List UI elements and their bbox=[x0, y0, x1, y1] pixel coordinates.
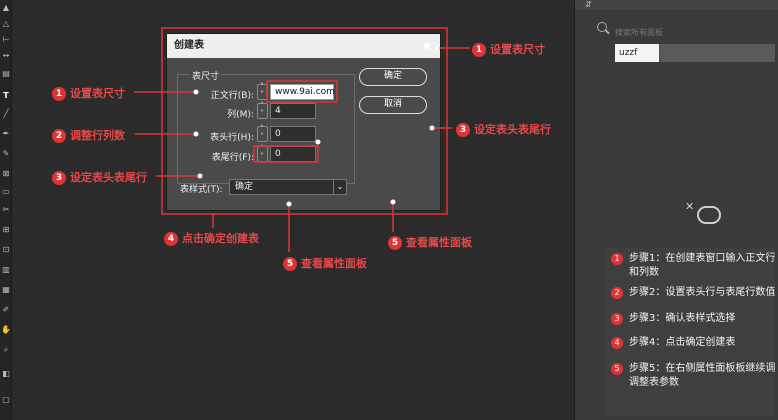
free-transform-tool-icon[interactable]: ⊡ bbox=[1, 246, 11, 254]
annotation-label: 1 设置表尺寸 bbox=[52, 85, 125, 101]
columns-stepper-icon[interactable] bbox=[257, 101, 268, 119]
gradient-tool-icon[interactable]: ▥ bbox=[1, 266, 11, 274]
body-rows-stepper-icon[interactable] bbox=[257, 82, 268, 100]
table-style-value: 确定 bbox=[235, 182, 254, 192]
frame-tool-icon[interactable]: ⊠ bbox=[1, 170, 11, 178]
step-item: 5 步骤5：在右侧属性面板板继续调调整表参数 bbox=[611, 362, 776, 390]
annotation-label: 2 调整行列数 bbox=[52, 127, 125, 143]
rectangle-tool-icon[interactable]: ▭ bbox=[1, 188, 11, 196]
body-rows-input[interactable]: www.9ai.com bbox=[270, 84, 335, 100]
transform-tool-icon[interactable]: ⊞ bbox=[1, 226, 11, 234]
search-icon bbox=[597, 22, 607, 32]
header-rows-label: 表头行(H): bbox=[210, 133, 254, 143]
annotation-label: 1 设置表尺寸 bbox=[472, 41, 545, 57]
content-collector-icon[interactable]: ▤ bbox=[1, 70, 11, 78]
annotation-label: 4 点击确定创建表 bbox=[164, 230, 259, 246]
footer-rows-label: 表尾行(F): bbox=[211, 153, 254, 163]
footer-rows-stepper-icon[interactable] bbox=[257, 144, 268, 162]
footer-rows-input[interactable]: 0 bbox=[270, 146, 316, 162]
panel-tab-icon[interactable]: ⇵ bbox=[585, 0, 592, 9]
close-icon: ✕ bbox=[685, 200, 695, 213]
no-content-cloud-icon: ✕ bbox=[685, 200, 725, 228]
step-item: 1 步骤1：在创建表窗口输入正文行和列数 bbox=[611, 252, 776, 280]
body-rows-label: 正文行(B): bbox=[210, 91, 254, 101]
step-item: 3 步骤3：确认表样式选择 bbox=[611, 312, 776, 326]
annotation-label: 3 设定表头表尾行 bbox=[456, 121, 551, 137]
steps-list: 1 步骤1：在创建表窗口输入正文行和列数 2 步骤2：设置表头行与表尾行数值 3 步骤… bbox=[605, 248, 775, 416]
header-rows-stepper-icon[interactable] bbox=[257, 124, 268, 142]
panel-tab-bar: ⇵ bbox=[575, 0, 778, 10]
annotation-label: 5 查看属性面板 bbox=[283, 255, 367, 271]
panel-search[interactable]: 搜索所有面板 bbox=[597, 20, 765, 37]
cloud-icon bbox=[697, 206, 721, 224]
columns-input[interactable]: 4 bbox=[270, 103, 316, 119]
hand-tool-icon[interactable]: ✋ bbox=[1, 326, 11, 334]
scissors-tool-icon[interactable]: ✂ bbox=[1, 206, 11, 214]
selection-tool-icon[interactable]: ▲ bbox=[1, 4, 11, 12]
table-size-label: 表尺寸 bbox=[190, 69, 222, 82]
chevron-down-icon: ⌄ bbox=[333, 180, 346, 194]
eyedropper-tool-icon[interactable]: ✐ bbox=[1, 306, 11, 314]
close-icon[interactable] bbox=[424, 43, 430, 49]
screen-mode-icon[interactable]: ▢ bbox=[1, 396, 11, 404]
note-tool-icon[interactable]: ▦ bbox=[1, 286, 11, 294]
annotation-label: 3 设定表头表尾行 bbox=[52, 169, 147, 185]
pen-tool-icon[interactable]: ✒ bbox=[1, 130, 11, 138]
type-tool-icon[interactable]: T bbox=[1, 92, 11, 100]
line-tool-icon[interactable]: ╱ bbox=[1, 110, 11, 118]
annotation-label: 5 查看属性面板 bbox=[388, 234, 472, 250]
panel-value-input[interactable]: uzzf bbox=[615, 44, 659, 62]
cancel-button[interactable]: 取消 bbox=[359, 96, 427, 114]
fill-stroke-icon[interactable]: ◧ bbox=[1, 370, 11, 378]
columns-label: 列(M): bbox=[227, 110, 254, 120]
gap-tool-icon[interactable]: ↔ bbox=[1, 52, 11, 60]
ok-button[interactable]: 确定 bbox=[359, 68, 427, 86]
pencil-tool-icon[interactable]: ✎ bbox=[1, 150, 11, 158]
search-placeholder: 搜索所有面板 bbox=[615, 28, 663, 37]
tools-toolbar: ▲ △ ⊢ ↔ ▤ T ╱ ✒ ✎ ⊠ ▭ ✂ ⊞ ⊡ ▥ ▦ ✐ ✋ ⌕ ◧ … bbox=[0, 0, 12, 420]
direct-selection-tool-icon[interactable]: △ bbox=[1, 20, 11, 28]
step-item: 2 步骤2：设置表头行与表尾行数值 bbox=[611, 286, 776, 300]
zoom-tool-icon[interactable]: ⌕ bbox=[1, 346, 11, 354]
table-style-label: 表样式(T): bbox=[180, 185, 223, 195]
dialog-title: 创建表 bbox=[167, 34, 440, 58]
panel-value-track bbox=[661, 44, 775, 62]
header-rows-input[interactable]: 0 bbox=[270, 126, 316, 142]
step-item: 4 步骤4：点击确定创建表 bbox=[611, 336, 776, 350]
panel-value-field[interactable]: uzzf bbox=[615, 44, 775, 62]
table-style-select[interactable]: 确定 ⌄ bbox=[229, 179, 347, 195]
page-tool-icon[interactable]: ⊢ bbox=[1, 36, 11, 44]
